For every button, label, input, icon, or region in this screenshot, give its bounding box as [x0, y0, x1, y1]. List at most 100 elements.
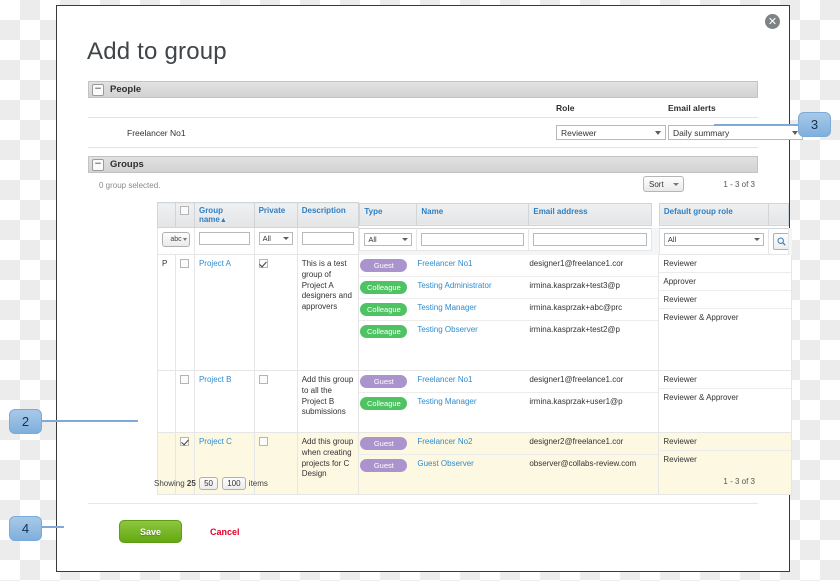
- role-select[interactable]: Reviewer: [556, 125, 666, 140]
- groups-collapse-icon[interactable]: −: [92, 158, 104, 171]
- filter-group-name-input[interactable]: [198, 232, 250, 245]
- member-name-link[interactable]: Freelancer No1: [417, 259, 472, 268]
- header-default-group-role[interactable]: Default group role: [658, 202, 769, 226]
- member-email: irmina.kasprzak+test3@p: [529, 280, 620, 290]
- header-description[interactable]: Description: [296, 202, 360, 228]
- row-checkbox[interactable]: [180, 375, 190, 385]
- filter-private-cell: All: [253, 227, 298, 255]
- member-row: Guest Freelancer No1 designer1@freelance1.…: [359, 371, 658, 393]
- email-alerts-value: Daily summary: [673, 127, 730, 138]
- callout-badge-3: 3: [798, 112, 831, 137]
- search-icon[interactable]: [772, 232, 788, 250]
- member-role-row: Reviewer: [659, 433, 791, 451]
- callout-leader-4: [42, 526, 64, 528]
- group-name-link[interactable]: Project C: [199, 437, 232, 446]
- member-role-row: Reviewer: [659, 291, 791, 309]
- header-select-all[interactable]: [175, 202, 195, 228]
- member-type-cell: Colleague: [360, 324, 417, 338]
- filter-role-cell: All: [658, 227, 792, 255]
- member-name-link[interactable]: Freelancer No1: [417, 375, 472, 384]
- table-row[interactable]: Project B Add this group to all the Proje…: [156, 370, 792, 433]
- filter-default-role-select[interactable]: All: [663, 232, 764, 246]
- header-type[interactable]: Type: [359, 202, 418, 226]
- member-name-link[interactable]: Testing Manager: [417, 397, 476, 406]
- member-role-row: Reviewer: [659, 255, 791, 273]
- range-top: 1 - 3 of 3: [723, 180, 755, 189]
- showing-控制: Showing 25 50 100 items: [154, 477, 268, 490]
- private-checkbox[interactable]: [258, 259, 268, 269]
- callout-leader-3: [714, 124, 798, 126]
- sort-button[interactable]: Sort: [643, 176, 684, 192]
- row-members: Guest Freelancer No1 designer1@freelance1.…: [358, 254, 660, 371]
- member-name-link[interactable]: Guest Observer: [417, 459, 473, 468]
- page-size-100-button[interactable]: 100: [222, 477, 246, 490]
- row-private-cell[interactable]: [253, 254, 298, 371]
- member-email: observer@collabs-review.com: [529, 459, 637, 468]
- member-default-role: Reviewer: [663, 294, 697, 304]
- chevron-down-icon: [673, 183, 679, 186]
- save-button[interactable]: Save: [119, 520, 182, 543]
- page-size-50-button[interactable]: 50: [199, 477, 218, 490]
- member-name-link[interactable]: Testing Manager: [417, 303, 476, 312]
- filter-abc-cell: abc: [157, 227, 195, 255]
- member-type-cell: Colleague: [360, 302, 417, 316]
- abc-filter-label: abc: [170, 236, 182, 243]
- filter-name-cell: [416, 227, 530, 251]
- filter-default-role-value: All: [667, 234, 677, 244]
- row-checkbox[interactable]: [180, 437, 190, 447]
- header-members: Type Name Email address: [359, 202, 659, 228]
- row-select-cell[interactable]: [175, 370, 195, 433]
- chevron-down-icon: [753, 237, 760, 241]
- header-email[interactable]: Email address: [528, 202, 653, 226]
- member-type-badge: Guest: [360, 258, 408, 272]
- member-name-cell: Testing Observer: [417, 325, 529, 334]
- items-label: items: [248, 479, 268, 488]
- people-collapse-icon[interactable]: −: [92, 83, 104, 96]
- private-checkbox[interactable]: [258, 437, 268, 447]
- row-indicator: P: [156, 254, 177, 371]
- chevron-down-icon: [402, 237, 409, 241]
- member-email: irmina.kasprzak+test2@p: [529, 324, 620, 334]
- header-group-name[interactable]: Group name▲: [193, 202, 255, 228]
- filter-name-input[interactable]: [421, 232, 525, 246]
- group-name-link[interactable]: Project B: [199, 375, 231, 384]
- group-name-link[interactable]: Project A: [199, 259, 231, 268]
- abc-filter-button[interactable]: abc: [162, 232, 190, 247]
- cancel-button[interactable]: Cancel: [210, 527, 240, 537]
- table-footer: Showing 25 50 100 items 1 - 3 of 3: [88, 472, 758, 496]
- page-title: Add to group: [87, 38, 227, 65]
- selection-count: 0 group selected.: [99, 181, 161, 190]
- people-section-header: − People: [88, 81, 758, 98]
- people-row: Freelancer No1 Reviewer Daily summary: [88, 117, 803, 148]
- row-indicator: [156, 370, 177, 433]
- header-name[interactable]: Name: [416, 202, 530, 226]
- row-checkbox[interactable]: [180, 259, 190, 269]
- filter-private-value: All: [262, 234, 271, 243]
- filter-type-select[interactable]: All: [364, 232, 413, 246]
- private-checkbox[interactable]: [258, 375, 268, 385]
- close-icon[interactable]: ✕: [765, 14, 780, 29]
- member-email: designer1@freelance1.cor: [529, 258, 624, 268]
- header-actions: [767, 202, 789, 226]
- filter-type-value: All: [368, 234, 377, 244]
- page-size-current: 25: [186, 479, 196, 488]
- member-default-role: Reviewer: [663, 258, 697, 268]
- member-name-cell: Guest Observer: [417, 459, 529, 468]
- role-select-value: Reviewer: [561, 127, 597, 138]
- person-name: Freelancer No1: [127, 128, 186, 138]
- email-alerts-select[interactable]: Daily summary: [668, 125, 803, 140]
- member-name-link[interactable]: Testing Observer: [417, 325, 477, 334]
- filter-email-input[interactable]: [533, 232, 648, 246]
- filter-description-input[interactable]: [301, 232, 355, 245]
- filter-private-select[interactable]: All: [258, 232, 293, 245]
- table-row[interactable]: P Project A This is a test group of Projec…: [156, 254, 792, 371]
- member-type-cell: Colleague: [360, 397, 417, 410]
- header-private[interactable]: Private: [253, 202, 298, 228]
- member-name-link[interactable]: Testing Administrator: [417, 281, 491, 290]
- member-name-link[interactable]: Freelancer No2: [417, 437, 472, 446]
- member-type-badge: Colleague: [360, 302, 408, 316]
- member-role-row: Reviewer: [660, 451, 791, 469]
- select-all-checkbox[interactable]: [180, 206, 190, 216]
- row-private-cell[interactable]: [253, 370, 298, 433]
- row-select-cell[interactable]: [175, 254, 195, 371]
